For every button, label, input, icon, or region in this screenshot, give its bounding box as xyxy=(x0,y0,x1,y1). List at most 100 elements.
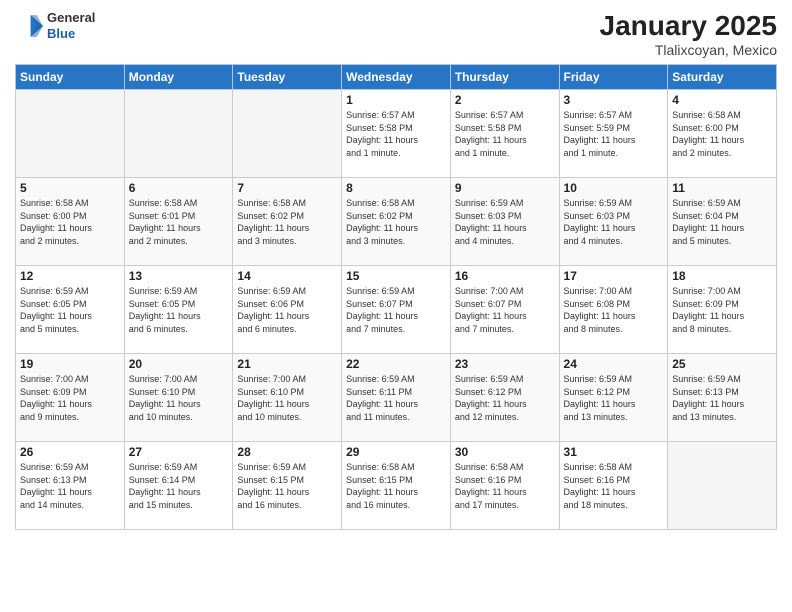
calendar: SundayMondayTuesdayWednesdayThursdayFrid… xyxy=(15,64,777,530)
day-info: Sunrise: 7:00 AM Sunset: 6:10 PM Dayligh… xyxy=(237,373,337,423)
calendar-cell: 9 Sunrise: 6:59 AM Sunset: 6:03 PM Daylig… xyxy=(450,178,559,266)
calendar-cell: 31Sunrise: 6:58 AM Sunset: 6:16 PM Dayli… xyxy=(559,442,668,530)
calendar-cell: 15 Sunrise: 6:59 AM Sunset: 6:07 PM Dayli… xyxy=(342,266,451,354)
day-info: Sunrise: 6:58 AM Sunset: 6:00 PM Dayligh… xyxy=(672,109,772,159)
day-info: Sunrise: 6:58 AM Sunset: 6:16 PM Dayligh… xyxy=(455,461,555,511)
day-info: Sunrise: 6:59 AM Sunset: 6:07 PM Dayligh… xyxy=(346,285,446,335)
day-info: Sunrise: 7:00 AM Sunset: 6:09 PM Dayligh… xyxy=(672,285,772,335)
month-title: January 2025 xyxy=(600,10,777,42)
day-info: Sunrise: 6:59 AM Sunset: 6:12 PM Dayligh… xyxy=(564,373,664,423)
day-info: Sunrise: 6:59 AM Sunset: 6:12 PM Dayligh… xyxy=(455,373,555,423)
calendar-cell: 12 Sunrise: 6:59 AM Sunset: 6:05 PM Dayli… xyxy=(16,266,125,354)
day-number: 1 xyxy=(346,93,446,107)
title-block: January 2025 Tlalixcoyan, Mexico xyxy=(600,10,777,58)
logo: General Blue xyxy=(15,10,95,41)
calendar-cell: 21Sunrise: 7:00 AM Sunset: 6:10 PM Dayli… xyxy=(233,354,342,442)
calendar-cell: 8 Sunrise: 6:58 AM Sunset: 6:02 PM Daylig… xyxy=(342,178,451,266)
day-number: 30 xyxy=(455,445,555,459)
calendar-cell: 1Sunrise: 6:57 AM Sunset: 5:58 PM Daylig… xyxy=(342,90,451,178)
calendar-cell: 5Sunrise: 6:58 AM Sunset: 6:00 PM Daylig… xyxy=(16,178,125,266)
day-number: 17 xyxy=(564,269,664,283)
day-info: Sunrise: 6:58 AM Sunset: 6:15 PM Dayligh… xyxy=(346,461,446,511)
calendar-cell xyxy=(233,90,342,178)
calendar-cell: 10Sunrise: 6:59 AM Sunset: 6:03 PM Dayli… xyxy=(559,178,668,266)
day-number: 23 xyxy=(455,357,555,371)
day-info: Sunrise: 6:59 AM Sunset: 6:13 PM Dayligh… xyxy=(672,373,772,423)
day-number: 27 xyxy=(129,445,229,459)
day-number: 8 xyxy=(346,181,446,195)
calendar-cell: 14Sunrise: 6:59 AM Sunset: 6:06 PM Dayli… xyxy=(233,266,342,354)
location: Tlalixcoyan, Mexico xyxy=(600,42,777,58)
logo-text: General Blue xyxy=(47,10,95,41)
day-info: Sunrise: 6:59 AM Sunset: 6:13 PM Dayligh… xyxy=(20,461,120,511)
calendar-cell: 4 Sunrise: 6:58 AM Sunset: 6:00 PM Daylig… xyxy=(668,90,777,178)
calendar-cell: 28 Sunrise: 6:59 AM Sunset: 6:15 PM Dayli… xyxy=(233,442,342,530)
day-number: 24 xyxy=(564,357,664,371)
calendar-cell: 18 Sunrise: 7:00 AM Sunset: 6:09 PM Dayli… xyxy=(668,266,777,354)
day-info: Sunrise: 6:59 AM Sunset: 6:14 PM Dayligh… xyxy=(129,461,229,511)
calendar-cell xyxy=(16,90,125,178)
calendar-week-2: 12 Sunrise: 6:59 AM Sunset: 6:05 PM Dayli… xyxy=(16,266,777,354)
day-info: Sunrise: 6:59 AM Sunset: 6:05 PM Dayligh… xyxy=(129,285,229,335)
calendar-cell: 19 Sunrise: 7:00 AM Sunset: 6:09 PM Dayli… xyxy=(16,354,125,442)
day-info: Sunrise: 7:00 AM Sunset: 6:09 PM Dayligh… xyxy=(20,373,120,423)
day-number: 12 xyxy=(20,269,120,283)
day-number: 7 xyxy=(237,181,337,195)
calendar-cell: 26 Sunrise: 6:59 AM Sunset: 6:13 PM Dayli… xyxy=(16,442,125,530)
logo-general-text: General xyxy=(47,10,95,26)
day-number: 26 xyxy=(20,445,120,459)
day-number: 19 xyxy=(20,357,120,371)
day-info: Sunrise: 6:57 AM Sunset: 5:59 PM Dayligh… xyxy=(564,109,664,159)
calendar-cell xyxy=(124,90,233,178)
calendar-cell: 20 Sunrise: 7:00 AM Sunset: 6:10 PM Dayli… xyxy=(124,354,233,442)
day-number: 28 xyxy=(237,445,337,459)
calendar-week-0: 1Sunrise: 6:57 AM Sunset: 5:58 PM Daylig… xyxy=(16,90,777,178)
day-info: Sunrise: 6:59 AM Sunset: 6:15 PM Dayligh… xyxy=(237,461,337,511)
calendar-cell: 30 Sunrise: 6:58 AM Sunset: 6:16 PM Dayli… xyxy=(450,442,559,530)
calendar-cell: 23 Sunrise: 6:59 AM Sunset: 6:12 PM Dayli… xyxy=(450,354,559,442)
day-info: Sunrise: 6:59 AM Sunset: 6:11 PM Dayligh… xyxy=(346,373,446,423)
day-info: Sunrise: 6:59 AM Sunset: 6:05 PM Dayligh… xyxy=(20,285,120,335)
day-info: Sunrise: 7:00 AM Sunset: 6:07 PM Dayligh… xyxy=(455,285,555,335)
calendar-week-3: 19 Sunrise: 7:00 AM Sunset: 6:09 PM Dayli… xyxy=(16,354,777,442)
calendar-cell: 27 Sunrise: 6:59 AM Sunset: 6:14 PM Dayli… xyxy=(124,442,233,530)
calendar-header-thursday: Thursday xyxy=(450,65,559,90)
calendar-cell: 24 Sunrise: 6:59 AM Sunset: 6:12 PM Dayli… xyxy=(559,354,668,442)
day-info: Sunrise: 6:59 AM Sunset: 6:03 PM Dayligh… xyxy=(455,197,555,247)
day-number: 9 xyxy=(455,181,555,195)
day-number: 18 xyxy=(672,269,772,283)
calendar-cell xyxy=(668,442,777,530)
calendar-header-tuesday: Tuesday xyxy=(233,65,342,90)
calendar-cell: 2Sunrise: 6:57 AM Sunset: 5:58 PM Daylig… xyxy=(450,90,559,178)
day-info: Sunrise: 6:58 AM Sunset: 6:16 PM Dayligh… xyxy=(564,461,664,511)
day-number: 13 xyxy=(129,269,229,283)
day-number: 4 xyxy=(672,93,772,107)
calendar-header-wednesday: Wednesday xyxy=(342,65,451,90)
calendar-week-4: 26 Sunrise: 6:59 AM Sunset: 6:13 PM Dayli… xyxy=(16,442,777,530)
calendar-cell: 25 Sunrise: 6:59 AM Sunset: 6:13 PM Dayli… xyxy=(668,354,777,442)
calendar-cell: 13 Sunrise: 6:59 AM Sunset: 6:05 PM Dayli… xyxy=(124,266,233,354)
header: General Blue January 2025 Tlalixcoyan, M… xyxy=(15,10,777,58)
day-info: Sunrise: 7:00 AM Sunset: 6:08 PM Dayligh… xyxy=(564,285,664,335)
calendar-cell: 11Sunrise: 6:59 AM Sunset: 6:04 PM Dayli… xyxy=(668,178,777,266)
day-number: 2 xyxy=(455,93,555,107)
calendar-week-1: 5Sunrise: 6:58 AM Sunset: 6:00 PM Daylig… xyxy=(16,178,777,266)
day-info: Sunrise: 7:00 AM Sunset: 6:10 PM Dayligh… xyxy=(129,373,229,423)
day-number: 15 xyxy=(346,269,446,283)
day-number: 22 xyxy=(346,357,446,371)
day-number: 20 xyxy=(129,357,229,371)
calendar-cell: 17 Sunrise: 7:00 AM Sunset: 6:08 PM Dayli… xyxy=(559,266,668,354)
logo-icon xyxy=(15,12,43,40)
day-number: 6 xyxy=(129,181,229,195)
day-number: 25 xyxy=(672,357,772,371)
calendar-header-sunday: Sunday xyxy=(16,65,125,90)
calendar-header-saturday: Saturday xyxy=(668,65,777,90)
day-info: Sunrise: 6:59 AM Sunset: 6:06 PM Dayligh… xyxy=(237,285,337,335)
calendar-cell: 3Sunrise: 6:57 AM Sunset: 5:59 PM Daylig… xyxy=(559,90,668,178)
day-info: Sunrise: 6:59 AM Sunset: 6:04 PM Dayligh… xyxy=(672,197,772,247)
day-info: Sunrise: 6:58 AM Sunset: 6:02 PM Dayligh… xyxy=(346,197,446,247)
day-number: 10 xyxy=(564,181,664,195)
day-info: Sunrise: 6:58 AM Sunset: 6:00 PM Dayligh… xyxy=(20,197,120,247)
calendar-cell: 7 Sunrise: 6:58 AM Sunset: 6:02 PM Daylig… xyxy=(233,178,342,266)
day-info: Sunrise: 6:58 AM Sunset: 6:02 PM Dayligh… xyxy=(237,197,337,247)
